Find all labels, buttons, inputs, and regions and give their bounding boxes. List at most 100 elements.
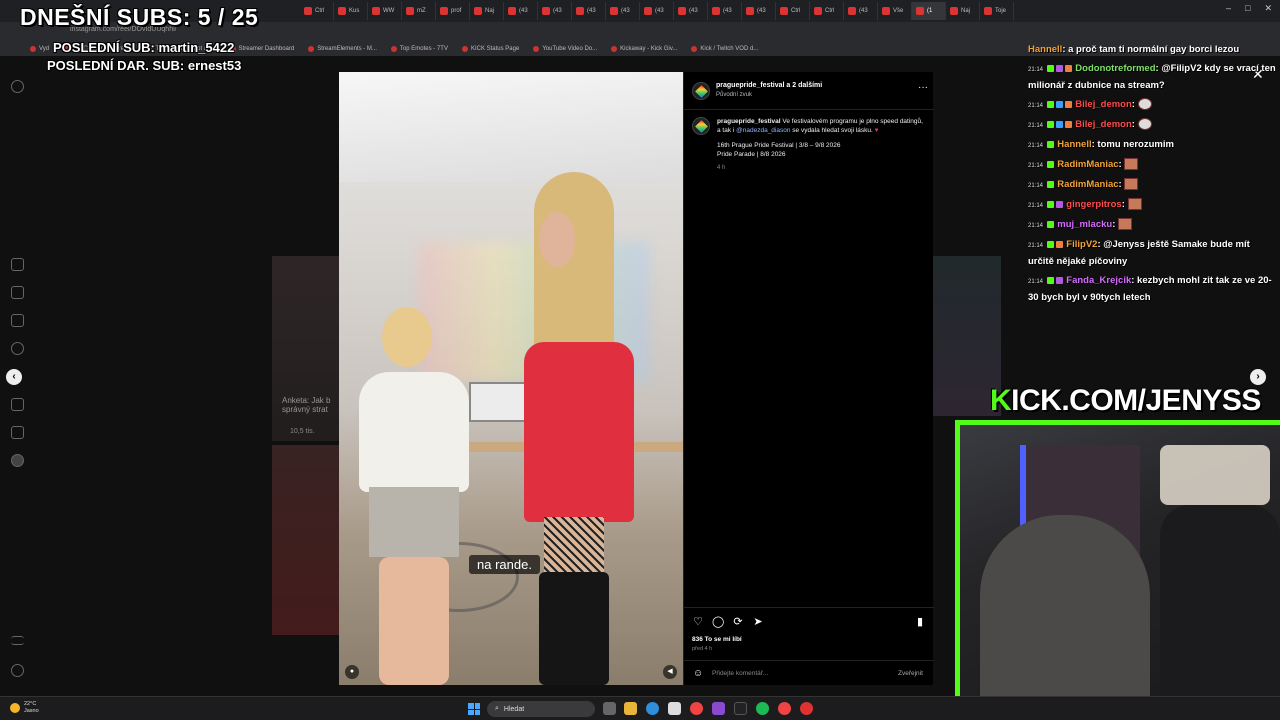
weather-widget[interactable]: 22°C Jasno: [10, 701, 39, 715]
chat-username[interactable]: Hannell: [1028, 44, 1062, 55]
comment-input[interactable]: Přidejte komentář...: [712, 670, 768, 677]
profile-avatar[interactable]: [11, 454, 24, 467]
browser-tab[interactable]: (43: [708, 2, 742, 20]
bookmark-favicon-icon: [691, 46, 698, 52]
minimize-icon[interactable]: –: [1226, 3, 1231, 14]
browser-tab[interactable]: (43: [572, 2, 606, 20]
browser-tab[interactable]: WW: [368, 2, 402, 20]
bookmark-label: Streamer Dashboard: [238, 46, 295, 52]
next-arrow-icon[interactable]: ›: [1250, 369, 1266, 385]
tab-label: mZ: [417, 8, 426, 14]
close-window-icon[interactable]: ✕: [1264, 3, 1272, 14]
caption-avatar[interactable]: [692, 117, 710, 135]
menu-icon[interactable]: [11, 636, 24, 645]
chat-username[interactable]: Fanda_Krejcik: [1066, 275, 1131, 286]
browser-tab[interactable]: Toje: [980, 2, 1014, 20]
like-icon[interactable]: ♡: [692, 616, 704, 628]
bookmark-icon[interactable]: ▮: [914, 616, 926, 628]
caption-mention[interactable]: @nadezda_diason: [736, 127, 790, 134]
browser-tab[interactable]: Ctrl: [300, 2, 334, 20]
create-icon[interactable]: [11, 398, 24, 411]
tab-label: WW: [383, 8, 395, 14]
obs-icon[interactable]: [734, 702, 747, 715]
tab-label: Ctrl: [825, 8, 835, 14]
home-icon[interactable]: [11, 258, 24, 271]
post-author[interactable]: praguepride_festival a 2 dalšími: [716, 82, 822, 89]
bookmark-item[interactable]: Top Emotes - 7TV: [390, 46, 448, 52]
chat-username[interactable]: Bilej_demon: [1075, 119, 1132, 130]
chat-username[interactable]: RadimManiac: [1057, 179, 1118, 190]
bookmark-item[interactable]: Streamer Dashboard: [229, 46, 295, 52]
browser-tab[interactable]: (43: [538, 2, 572, 20]
bookmark-item[interactable]: Kickaway - Kick Giv...: [611, 46, 677, 52]
reel-video[interactable]: na rande. ● ◀: [339, 72, 683, 685]
chat-message: 21:14 Bilej_demon:: [1028, 117, 1278, 134]
chat-username[interactable]: muj_mlacku: [1057, 219, 1112, 230]
app-icon-2[interactable]: [800, 702, 813, 715]
file-explorer-icon[interactable]: [624, 702, 637, 715]
bookmark-item[interactable]: Kick / Twitch VOD d...: [691, 46, 758, 52]
reels-icon[interactable]: [11, 286, 24, 299]
previous-arrow-icon[interactable]: ‹: [6, 369, 22, 385]
browser-tab[interactable]: (1: [912, 2, 946, 20]
adjacent-reel-left-2[interactable]: [272, 445, 340, 635]
like-count[interactable]: 836 To se mi líbí: [692, 636, 742, 643]
browser-tab[interactable]: Vše: [878, 2, 912, 20]
more-options-icon[interactable]: ···: [918, 82, 928, 93]
publish-button[interactable]: Zveřejnit: [898, 670, 923, 677]
bookmark-item[interactable]: YouTube Video Do...: [533, 46, 597, 52]
adjacent-reel-left[interactable]: Anketa: Jak b správný strat 10,5 tis.: [272, 256, 340, 441]
tab-label: (1: [927, 8, 933, 14]
chrome-icon-2[interactable]: [778, 702, 791, 715]
browser-tab[interactable]: Naj: [946, 2, 980, 20]
windows-start-icon[interactable]: [468, 703, 480, 715]
messages-icon[interactable]: [11, 314, 24, 327]
browser-tab[interactable]: (43: [606, 2, 640, 20]
author-avatar[interactable]: [692, 82, 710, 100]
store-icon[interactable]: [668, 702, 681, 715]
browser-tab[interactable]: (43: [742, 2, 776, 20]
audio-label[interactable]: Původní zvuk: [716, 92, 752, 98]
edge-icon[interactable]: [646, 702, 659, 715]
chat-username[interactable]: gingerpitros: [1066, 199, 1121, 210]
browser-tab[interactable]: Ctrl: [810, 2, 844, 20]
browser-tab[interactable]: Naj: [470, 2, 504, 20]
chrome-icon[interactable]: [690, 702, 703, 715]
heart-emoji: ♥: [874, 127, 879, 134]
browser-tab[interactable]: Kus: [334, 2, 368, 20]
spotify-icon[interactable]: [756, 702, 769, 715]
instagram-logo-icon[interactable]: [11, 80, 24, 93]
chat-badge-icon: [1046, 160, 1054, 168]
chat-text: : kezbych mohl zit tak ze ve 20-30 bych …: [1028, 275, 1272, 303]
browser-tab[interactable]: prof: [436, 2, 470, 20]
bookmark-item[interactable]: StreamElements - M...: [308, 46, 377, 52]
browser-tab[interactable]: (43: [674, 2, 708, 20]
maximize-icon[interactable]: □: [1245, 3, 1250, 14]
chat-username[interactable]: Bilej_demon: [1075, 99, 1132, 110]
share-icon[interactable]: ➤: [752, 616, 764, 628]
bookmark-item[interactable]: KICK Status Page: [461, 46, 519, 52]
bookmark-item[interactable]: Vyd: [30, 46, 49, 52]
repost-icon[interactable]: ⟳: [732, 616, 744, 628]
chat-username[interactable]: Hannell: [1057, 139, 1091, 150]
chat-username[interactable]: FilipV2: [1066, 239, 1097, 250]
chat-username[interactable]: Dodonotreformed: [1075, 63, 1155, 74]
app-icon[interactable]: [712, 702, 725, 715]
browser-tab[interactable]: mZ: [402, 2, 436, 20]
caption-author[interactable]: praguepride_festival: [717, 118, 781, 125]
meta-icon[interactable]: [11, 664, 24, 677]
dashboard-icon[interactable]: [11, 426, 24, 439]
search-icon[interactable]: [11, 342, 24, 355]
browser-tab[interactable]: (43: [844, 2, 878, 20]
emoji-icon[interactable]: ☺: [693, 668, 703, 679]
comment-icon[interactable]: ◯: [712, 616, 724, 628]
tagged-users-icon[interactable]: ●: [345, 665, 359, 679]
tab-label: (43: [621, 8, 630, 14]
browser-tab[interactable]: (43: [640, 2, 674, 20]
taskbar-search[interactable]: ⌕ Hledat: [487, 701, 595, 717]
chat-username[interactable]: RadimManiac: [1057, 159, 1118, 170]
browser-tab[interactable]: Ctrl: [776, 2, 810, 20]
browser-tab[interactable]: (43: [504, 2, 538, 20]
task-view-icon[interactable]: [603, 702, 616, 715]
mute-icon[interactable]: ◀: [663, 665, 677, 679]
